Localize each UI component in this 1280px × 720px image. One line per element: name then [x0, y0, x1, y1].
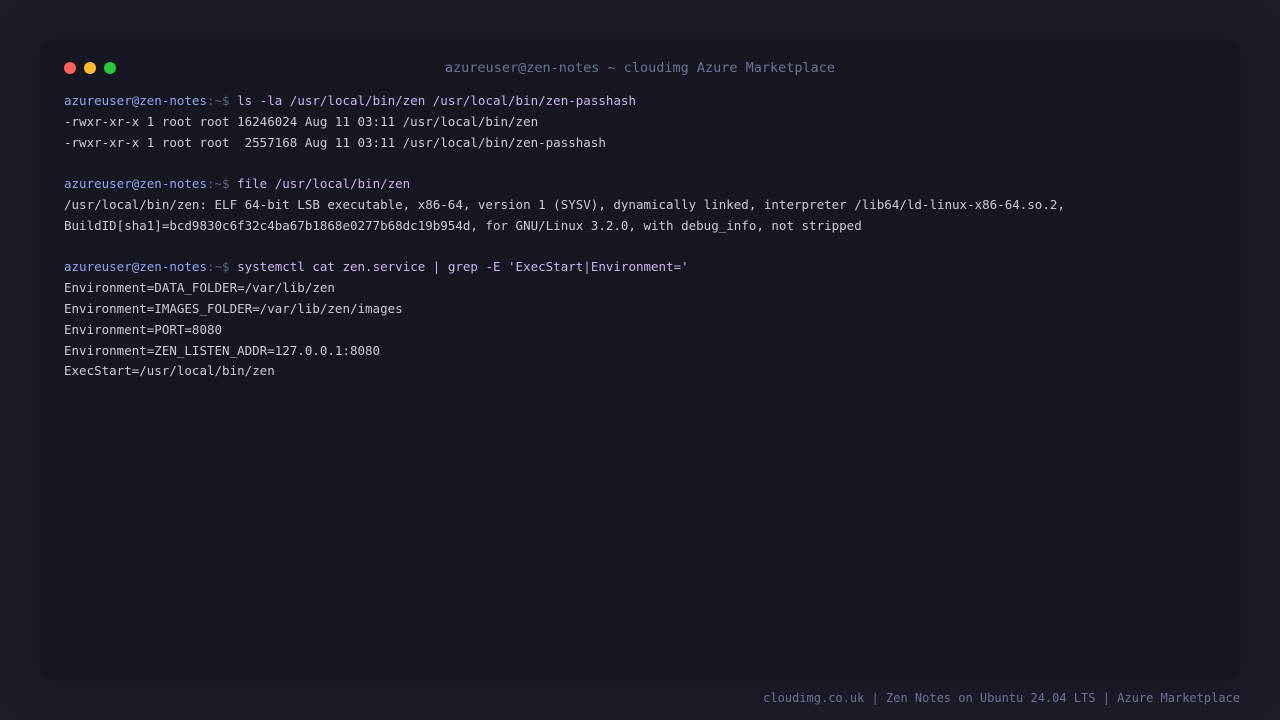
- output-line: BuildID[sha1]=bcd9830c6f32c4ba67b1868e02…: [64, 217, 862, 233]
- command-text: systemctl cat zen.service | grep -E 'Exe…: [237, 259, 689, 275]
- footer-caption: cloudimg.co.uk | Zen Notes on Ubuntu 24.…: [763, 691, 1240, 705]
- output-line: /usr/local/bin/zen: ELF 64-bit LSB execu…: [64, 196, 1065, 212]
- prompt-line: azureuser@zen-notes:~$ systemctl cat zen…: [64, 257, 1224, 278]
- command-text: file /usr/local/bin/zen: [237, 176, 411, 192]
- prompt-path-symbol: :~$: [207, 176, 238, 192]
- prompt-path-symbol: :~$: [207, 259, 238, 275]
- output-line: ExecStart=/usr/local/bin/zen: [64, 363, 275, 379]
- title-bar: azureuser@zen-notes ~ cloudimg Azure Mar…: [40, 40, 1240, 96]
- output-line: Environment=ZEN_LISTEN_ADDR=127.0.0.1:80…: [64, 342, 381, 358]
- terminal-window: azureuser@zen-notes ~ cloudimg Azure Mar…: [40, 40, 1240, 680]
- window-title: azureuser@zen-notes ~ cloudimg Azure Mar…: [444, 60, 836, 76]
- prompt-line: azureuser@zen-notes:~$ ls -la /usr/local…: [64, 91, 1224, 112]
- prompt-user-host: azureuser@zen-notes: [64, 93, 207, 108]
- prompt-line: azureuser@zen-notes:~$ file /usr/local/b…: [64, 174, 1224, 195]
- prompt-path-symbol: :~$: [207, 93, 238, 108]
- command-text: ls -la /usr/local/bin/zen /usr/local/bin…: [237, 93, 636, 108]
- terminal-output[interactable]: azureuser@zen-notes:~$ ls -la /usr/local…: [64, 91, 1224, 382]
- output-line: -rwxr-xr-x 1 root root 2557168 Aug 11 03…: [64, 134, 606, 150]
- prompt-user-host: azureuser@zen-notes: [64, 176, 207, 192]
- output-line: Environment=PORT=8080: [64, 321, 223, 337]
- output-line: Environment=IMAGES_FOLDER=/var/lib/zen/i…: [64, 300, 403, 316]
- prompt-user-host: azureuser@zen-notes: [64, 259, 207, 275]
- output-line: -rwxr-xr-x 1 root root 16246024 Aug 11 0…: [64, 113, 539, 129]
- output-line: Environment=DATA_FOLDER=/var/lib/zen: [64, 280, 335, 296]
